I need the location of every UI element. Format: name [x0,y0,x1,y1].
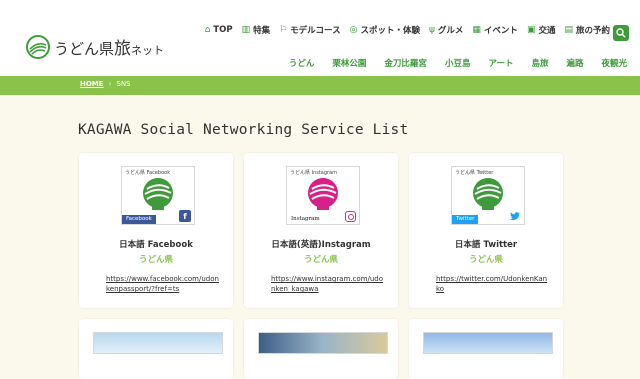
card-title: 日本語 Facebook [119,240,193,250]
card-thumbnail[interactable] [423,332,553,354]
sns-card-instagram: うどん県 Instagram Instagram 日本語(英語)Instagra… [244,153,398,308]
banner-label: うどん県 Facebook [125,170,171,176]
logo-text: うどん県旅ネット [54,34,164,59]
search-button[interactable] [613,25,629,41]
nav2-udon[interactable]: うどん [289,57,315,69]
booking-icon: ▤ [564,25,573,35]
nav-label: グルメ [437,26,464,36]
card-title: 日本語 Twitter [454,240,518,250]
udon-bowl-icon [308,178,338,210]
breadcrumb-bar: HOME › SNS [0,76,640,95]
logo-text-net: ネット [131,44,165,57]
nav-model-course[interactable]: ⚐ モデルコース [279,24,340,36]
spot-icon: ◎ [349,25,358,35]
sns-card-row2-2 [244,319,398,379]
facebook-banner-image[interactable]: うどん県 Facebook Facebook f [121,166,195,225]
card-url-link[interactable]: https://twitter.com/UdonkenKanko [436,274,551,294]
nav-gourmet[interactable]: ψ グルメ [429,24,463,36]
nav2-henro[interactable]: 遍路 [566,57,583,69]
site-logo[interactable]: うどん県旅ネット [26,34,164,59]
flag-icon: ⚐ [279,25,288,35]
nav-label: TOP [213,25,233,35]
nav-events[interactable]: ▦ イベント [472,24,518,36]
twitter-banner-image[interactable]: うどん県 Twitter Twitter [451,166,525,225]
udon-logo-icon [26,34,50,59]
card-thumbnail[interactable] [93,332,223,354]
sns-card-row2-3 [409,319,563,379]
nav2-island-trip[interactable]: 島旅 [531,57,548,69]
train-icon: ▣ [526,25,536,35]
sns-card-row2-1 [79,319,233,379]
banner-tag: Facebook [122,215,156,224]
logo-text-main: うどん県 [54,40,115,58]
banner-label: うどん県 Twitter [455,170,494,176]
logo-text-tabi: 旅 [114,39,132,59]
search-icon [616,28,626,38]
nav2-shodoshima[interactable]: 小豆島 [445,57,471,69]
fork-icon: ψ [428,25,435,35]
nav-label: モデルコース [290,26,341,36]
nav-transport[interactable]: ▣ 交通 [527,24,556,36]
nav-label: 交通 [538,26,556,36]
breadcrumb-current: SNS [116,80,131,88]
book-icon: ▥ [241,25,251,35]
card-title: 日本語(英語)Instagram [271,240,371,250]
nav-label: 旅の予約 [575,26,610,36]
nav2-kotohiragu[interactable]: 金刀比羅宮 [384,57,427,69]
secondary-nav: うどん 栗林公園 金刀比羅宮 小豆島 アート 島旅 遍路 夜観光 [271,57,627,69]
banner-tag: Twitter [452,215,479,224]
home-icon: ⌂ [204,25,211,35]
page-title: KAGAWA Social Networking Service List [78,122,409,138]
nav-label: イベント [483,26,518,36]
calendar-icon: ▦ [472,25,481,35]
card-url-link[interactable]: https://www.facebook.com/udonkenpassport… [106,274,221,294]
card-url-link[interactable]: https://www.instagram.com/udonken_kagawa [271,274,386,294]
udon-bowl-icon [143,178,173,210]
breadcrumb-home-link[interactable]: HOME [80,80,104,88]
instagram-icon [345,211,356,222]
card-subtitle: うどん県 [138,255,173,265]
site-header: うどん県旅ネット ⌂ TOP ▥ 特集 ⚐ モデルコース ◎ スポット・体験 ψ グルメ … [0,0,640,76]
breadcrumb-separator: › [108,80,112,88]
nav-top[interactable]: ⌂ TOP [205,25,233,35]
nav2-ritsurin[interactable]: 栗林公園 [332,57,366,69]
nav-features[interactable]: ▥ 特集 [242,24,271,36]
banner-tag: Instagram [291,216,320,222]
instagram-banner-image[interactable]: うどん県 Instagram Instagram [286,166,360,225]
twitter-bird-icon [509,212,520,221]
facebook-icon: f [179,210,191,222]
card-subtitle: うどん県 [303,255,338,265]
breadcrumb: HOME › SNS [80,80,131,88]
udon-bowl-icon [473,178,503,210]
card-thumbnail[interactable] [258,332,388,354]
nav-label: スポット・体験 [360,26,420,36]
nav-label: 特集 [253,26,271,36]
primary-nav: ⌂ TOP ▥ 特集 ⚐ モデルコース ◎ スポット・体験 ψ グルメ ▦ イベント ▣ 交通… [196,24,610,36]
card-subtitle: うどん県 [468,255,503,265]
banner-label: うどん県 Instagram [290,170,338,176]
sns-card-twitter: うどん県 Twitter Twitter 日本語 Twitter うどん県 ht… [409,153,563,308]
sns-card-facebook: うどん県 Facebook Facebook f 日本語 Facebook うど… [79,153,233,308]
nav2-night-tourism[interactable]: 夜観光 [601,57,627,69]
nav2-art[interactable]: アート [488,57,513,69]
nav-spots[interactable]: ◎ スポット・体験 [350,24,420,36]
nav-booking[interactable]: ▤ 旅の予約 [564,24,610,36]
